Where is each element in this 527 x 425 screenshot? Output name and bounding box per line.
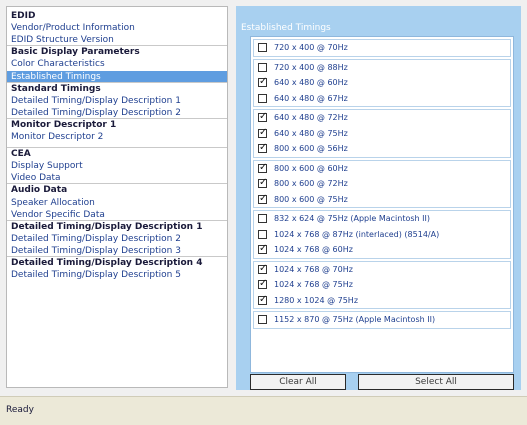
timing-row[interactable]: 720 x 400 @ 88Hz — [254, 61, 510, 74]
timing-group: 720 x 400 @ 70Hz — [253, 39, 511, 57]
timing-checkbox[interactable] — [258, 93, 267, 103]
timing-row[interactable]: 800 x 600 @ 60Hz — [254, 162, 510, 175]
tree-item[interactable]: CEA — [7, 148, 227, 160]
timing-row[interactable]: 800 x 600 @ 75Hz — [254, 193, 510, 206]
tree-separator — [7, 256, 227, 257]
timing-label: 800 x 600 @ 56Hz — [274, 144, 348, 153]
tree-separator — [7, 117, 227, 119]
timing-label: 800 x 600 @ 72Hz — [274, 179, 348, 188]
tree-separator — [7, 183, 227, 185]
timing-label: 720 x 400 @ 70Hz — [274, 43, 348, 52]
timing-label: 1152 x 870 @ 75Hz (Apple Macintosh II) — [274, 315, 436, 324]
timing-checkbox[interactable] — [258, 162, 267, 174]
timing-checkbox[interactable] — [258, 243, 267, 255]
tree-item[interactable]: Detailed Timing/Display Description 5 — [7, 269, 227, 281]
timing-row[interactable]: 1024 x 768 @ 70Hz — [254, 263, 510, 276]
clear-all-button[interactable]: Clear All — [250, 374, 346, 390]
timing-checkbox[interactable] — [258, 127, 267, 139]
timing-row[interactable]: 800 x 600 @ 72Hz — [254, 177, 510, 190]
tree-item[interactable]: Detailed Timing/Display Description 1 — [7, 95, 227, 107]
tree-item[interactable]: Color Characteristics — [7, 58, 227, 70]
timing-label: 1024 x 768 @ 75Hz — [274, 280, 353, 289]
timing-checkbox[interactable] — [258, 111, 267, 123]
status-text: Ready — [6, 405, 34, 415]
timing-checkbox[interactable] — [258, 263, 267, 275]
timing-checkbox[interactable] — [258, 229, 267, 239]
tree-item[interactable]: Detailed Timing/Display Description 1 — [7, 221, 227, 233]
timing-group: 720 x 400 @ 88Hz 640 x 480 @ 60Hz 640 x 48… — [253, 58, 511, 107]
tree-item[interactable]: Detailed Timing/Display Description 4 — [7, 257, 227, 269]
established-timings-panel: Established Timings 720 x 400 @ 70Hz 720 … — [236, 6, 521, 390]
panel-title: Established Timings — [241, 23, 331, 33]
timing-checkbox[interactable] — [258, 193, 267, 205]
status-bar: Ready — [0, 396, 527, 425]
timing-row[interactable]: 800 x 600 @ 56Hz — [254, 142, 510, 155]
timing-label: 640 x 480 @ 72Hz — [274, 113, 348, 122]
tree-separator — [7, 81, 227, 83]
timing-row[interactable]: 640 x 480 @ 67Hz — [254, 92, 510, 105]
timing-row[interactable]: 640 x 480 @ 60Hz — [254, 76, 510, 89]
timing-row[interactable]: 640 x 480 @ 75Hz — [254, 127, 510, 140]
tree-item[interactable]: Speaker Allocation — [7, 197, 227, 209]
tree-item[interactable]: Display Support — [7, 160, 227, 172]
timing-row[interactable]: 1152 x 870 @ 75Hz (Apple Macintosh II) — [254, 313, 510, 326]
timing-row[interactable]: 1024 x 768 @ 75Hz — [254, 278, 510, 291]
timing-row[interactable]: 832 x 624 @ 75Hz (Apple Macintosh II) — [254, 212, 510, 225]
timing-checkbox[interactable] — [258, 76, 267, 88]
timing-label: 800 x 600 @ 75Hz — [274, 194, 348, 204]
tree-item[interactable]: Monitor Descriptor 1 — [7, 119, 227, 131]
tree-separator — [7, 45, 227, 47]
timing-label: 1024 x 768 @ 87Hz (interlaced) (8514/A) — [274, 229, 440, 239]
timing-label: 720 x 400 @ 88Hz — [274, 62, 348, 72]
tree-item[interactable]: Monitor Descriptor 2 — [7, 131, 227, 143]
timing-checkbox[interactable] — [258, 43, 267, 52]
section-tree[interactable]: EDID Vendor/Product Information EDID Struc… — [6, 6, 228, 388]
timing-label: 1280 x 1024 @ 75Hz — [274, 295, 359, 305]
timing-group: 1152 x 870 @ 75Hz (Apple Macintosh II) — [253, 311, 511, 329]
timing-checkbox[interactable] — [258, 294, 267, 306]
timing-group: 800 x 600 @ 60Hz 800 x 600 @ 72Hz 800 x 60… — [253, 159, 511, 208]
tree-item[interactable]: Detailed Timing/Display Description 2 — [7, 233, 227, 245]
timing-label: 832 x 624 @ 75Hz (Apple Macintosh II) — [274, 214, 430, 223]
timing-group: 640 x 480 @ 72Hz 640 x 480 @ 75Hz 800 x 60… — [253, 109, 511, 158]
tree-separator — [7, 219, 227, 221]
timing-label: 1024 x 768 @ 60Hz — [274, 245, 353, 254]
timing-row[interactable]: 720 x 400 @ 70Hz — [254, 41, 510, 54]
timing-label: 640 x 480 @ 75Hz — [274, 128, 348, 138]
timing-checkbox[interactable] — [258, 278, 267, 290]
tree-item[interactable]: Audio Data — [7, 184, 227, 196]
timing-checkbox[interactable] — [258, 315, 267, 324]
timing-label: 1024 x 768 @ 70Hz — [274, 264, 353, 274]
timings-list[interactable]: 720 x 400 @ 70Hz 720 x 400 @ 88Hz 640 x 48… — [250, 36, 514, 373]
timing-checkbox[interactable] — [258, 62, 267, 72]
timing-row[interactable]: 1024 x 768 @ 87Hz (interlaced) (8514/A) — [254, 228, 510, 241]
timing-row[interactable]: 1024 x 768 @ 60Hz — [254, 243, 510, 256]
timing-row[interactable]: 640 x 480 @ 72Hz — [254, 111, 510, 124]
timing-group: 832 x 624 @ 75Hz (Apple Macintosh II) 102… — [253, 210, 511, 259]
timing-row[interactable]: 1280 x 1024 @ 75Hz — [254, 294, 510, 307]
tree-separator — [7, 147, 227, 149]
tree-item[interactable]: Vendor/Product Information — [7, 22, 227, 34]
tree-item[interactable]: Standard Timings — [7, 83, 227, 95]
tree-item[interactable]: EDID — [7, 10, 227, 22]
timing-label: 800 x 600 @ 60Hz — [274, 163, 348, 173]
timing-checkbox[interactable] — [258, 142, 267, 154]
timing-group: 1024 x 768 @ 70Hz 1024 x 768 @ 75Hz 1280 x… — [253, 260, 511, 309]
timing-checkbox[interactable] — [258, 214, 267, 223]
timing-label: 640 x 480 @ 60Hz — [274, 78, 348, 87]
select-all-button[interactable]: Select All — [358, 374, 514, 390]
tree-item[interactable]: Basic Display Parameters — [7, 46, 227, 58]
timing-label: 640 x 480 @ 67Hz — [274, 93, 348, 103]
timing-checkbox[interactable] — [258, 177, 267, 189]
